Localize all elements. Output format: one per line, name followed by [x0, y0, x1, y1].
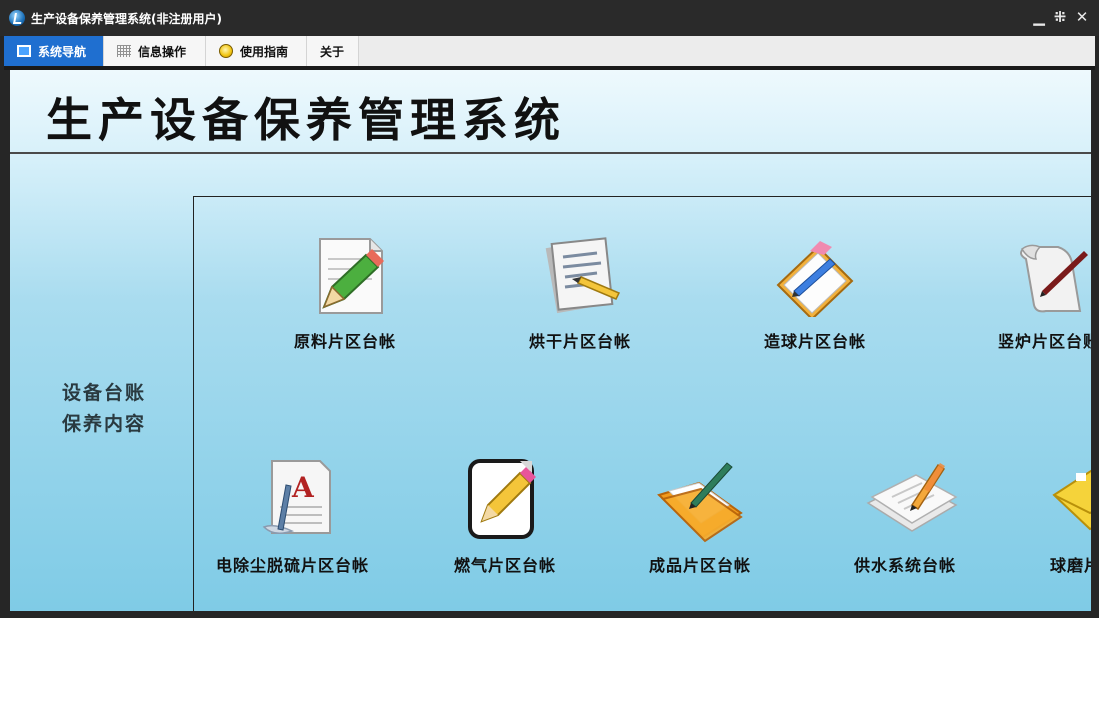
notepad-pencil-icon: [545, 237, 621, 314]
tab-info-operations[interactable]: 信息操作: [104, 36, 206, 66]
tab-label: 关于: [320, 44, 345, 59]
document-font-icon: A: [262, 460, 331, 534]
yellow-folder-icon: [1052, 469, 1091, 531]
ledger-panel: 原料片区台帐 烘干片区台帐 造球片区台帐 竖炉片区台账 A 电除尘脱硫片区台帐 …: [193, 196, 1091, 611]
pencil-paper-icon: [319, 238, 384, 314]
side-label-line2: 保养内容: [62, 413, 147, 435]
ledger-item-label: 成品片区台帐: [649, 556, 752, 575]
ledger-item-label: 烘干片区台帐: [529, 332, 632, 351]
tab-label: 信息操作: [138, 44, 187, 59]
tab-label: 系统导航: [38, 44, 87, 59]
ledger-item-label: 电除尘脱硫片区台帐: [216, 556, 370, 575]
bulb-icon: [219, 44, 233, 58]
title-bar[interactable]: 生产设备保养管理系统(非注册用户) ▁ ⁜ ✕: [0, 0, 1099, 36]
ledger-item-label: 燃气片区台帐: [454, 556, 557, 575]
grid-icon: [117, 45, 131, 57]
ledger-item-label: 竖炉片区台账: [998, 332, 1091, 351]
app-window: 生产设备保养管理系统(非注册用户) ▁ ⁜ ✕ 系统导航 信息操作 使用指南 关…: [0, 0, 1099, 618]
ledger-item-label: 造球片区台帐: [764, 332, 867, 351]
monitor-icon: [17, 45, 31, 57]
clipboard-pen-icon: [776, 241, 854, 317]
ledger-item-label: 球磨片区台帐: [1050, 556, 1091, 575]
edit-document-icon: [468, 459, 536, 539]
tab-user-guide[interactable]: 使用指南: [206, 36, 307, 66]
window-title: 生产设备保养管理系统(非注册用户): [31, 12, 222, 26]
title-divider: [10, 152, 1091, 154]
papers-pencil-icon: [866, 463, 958, 532]
side-label: 设备台账 保养内容: [62, 378, 146, 440]
restore-button[interactable]: ⁜: [1052, 9, 1068, 25]
svg-text:A: A: [291, 471, 315, 504]
folder-pen-icon: [657, 462, 743, 543]
page-title: 生产设备保养管理系统: [46, 93, 566, 147]
close-button[interactable]: ✕: [1074, 9, 1090, 25]
scroll-quill-icon: [1020, 244, 1088, 313]
app-logo-icon: [9, 10, 25, 26]
side-label-line1: 设备台账: [62, 382, 147, 404]
minimize-button[interactable]: ▁: [1031, 9, 1047, 25]
main-content: 生产设备保养管理系统 设备台账 保养内容 原料片区台帐 烘干片区台帐 造球片区台…: [10, 70, 1091, 611]
ledger-item-label: 供水系统台帐: [854, 556, 957, 575]
tab-system-navigation[interactable]: 系统导航: [4, 36, 104, 66]
tab-about[interactable]: 关于: [307, 36, 359, 66]
ledger-item-label: 原料片区台帐: [294, 332, 397, 351]
menu-bar: 系统导航 信息操作 使用指南 关于: [4, 36, 1095, 70]
tab-label: 使用指南: [240, 44, 289, 59]
